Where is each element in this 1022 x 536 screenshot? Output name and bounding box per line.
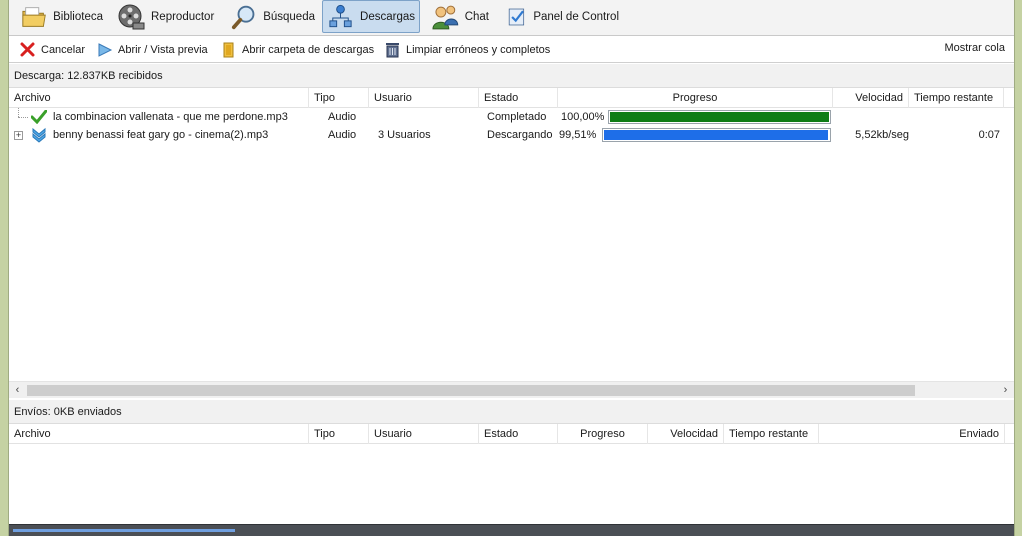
bottom-status-strip	[9, 524, 1014, 536]
nav-label: Descargas	[360, 10, 415, 23]
checkmark-icon	[31, 110, 47, 124]
download-row[interactable]: + benny benassi feat gary go - cinema(2)…	[9, 126, 1014, 144]
column-velocidad[interactable]: Velocidad	[833, 88, 909, 108]
uploads-column-headers: Archivo Tipo Usuario Estado Progreso Vel…	[9, 424, 1014, 444]
open-preview-label: Abrir / Vista previa	[118, 43, 208, 56]
nav-biblioteca[interactable]: Biblioteca	[17, 0, 107, 33]
column-tipo[interactable]: Tipo	[309, 88, 369, 108]
time-remaining: 0:07	[978, 129, 1000, 141]
tree-connector	[18, 108, 19, 117]
progress-bar	[602, 128, 831, 142]
progress-percent: 100,00%	[561, 111, 605, 123]
progress-percent: 99,51%	[559, 129, 597, 141]
time-remaining	[909, 108, 1000, 126]
downloads-column-headers: Archivo Tipo Usuario Estado Progreso Vel…	[9, 88, 1014, 108]
column-enviado[interactable]: Enviado	[819, 424, 1005, 444]
red-x-icon	[20, 42, 35, 57]
file-type: Audio	[328, 129, 357, 141]
tree-connector	[18, 117, 28, 118]
nav-label: Panel de Control	[533, 10, 619, 23]
file-type: Audio	[328, 111, 357, 123]
download-speed: 5,52kb/seg	[855, 129, 909, 141]
open-preview-button[interactable]: Abrir / Vista previa	[96, 40, 208, 59]
progress-bar	[608, 110, 831, 124]
file-users: 3 Usuarios	[378, 129, 431, 141]
nav-descargas[interactable]: Descargas	[322, 0, 420, 33]
main-nav: Biblioteca Reproductor Búsqueda Descarga…	[9, 0, 1014, 36]
clear-errored-completed-button[interactable]: Limpiar erróneos y completos	[384, 40, 550, 59]
file-state: Completado	[487, 111, 547, 123]
film-reel-icon	[118, 4, 145, 29]
window-frame-right	[1014, 0, 1022, 536]
clear-label: Limpiar erróneos y completos	[406, 43, 551, 56]
column-archivo[interactable]: Archivo	[9, 424, 309, 444]
open-download-folder-button[interactable]: Abrir carpeta de descargas	[220, 40, 374, 59]
progress-bar-fill	[604, 130, 828, 140]
nav-chat[interactable]: Chat	[427, 0, 493, 33]
scroll-left-arrow-icon[interactable]: ‹	[11, 384, 24, 397]
column-usuario[interactable]: Usuario	[369, 424, 479, 444]
magnifier-icon	[231, 5, 255, 29]
show-queue-button[interactable]: Mostrar cola	[944, 42, 1005, 54]
column-progreso[interactable]: Progreso	[558, 424, 648, 444]
nav-reproductor[interactable]: Reproductor	[113, 0, 219, 33]
downloads-horizontal-scrollbar[interactable]: ‹ ›	[9, 381, 1014, 398]
downloads-summary: Descarga: 12.837KB recibidos	[9, 64, 1014, 88]
file-name: benny benassi feat gary go - cinema(2).m…	[53, 129, 269, 141]
uploads-summary: Envíos: 0KB enviados	[9, 400, 1014, 424]
cancel-label: Cancelar	[41, 43, 86, 56]
control-panel-icon	[508, 8, 525, 25]
scrollbar-thumb[interactable]	[27, 385, 915, 396]
progress-bar-fill	[610, 112, 829, 122]
column-estado[interactable]: Estado	[479, 424, 558, 444]
cancel-button[interactable]: Cancelar	[19, 40, 85, 59]
column-tipo[interactable]: Tipo	[309, 424, 369, 444]
folder-icon	[223, 42, 234, 58]
play-arrow-icon	[98, 43, 113, 57]
column-progreso[interactable]: Progreso	[558, 88, 833, 108]
download-speed	[833, 108, 909, 126]
nav-label: Búsqueda	[263, 10, 315, 23]
file-name: la combinacion vallenata - que me perdon…	[53, 111, 288, 123]
download-arrow-icon	[32, 127, 46, 143]
app-window: Biblioteca Reproductor Búsqueda Descarga…	[9, 0, 1014, 536]
file-state: Descargando	[487, 129, 553, 141]
column-tiempo-restante[interactable]: Tiempo restante	[909, 88, 1004, 108]
column-velocidad[interactable]: Velocidad	[648, 424, 724, 444]
users-chat-icon	[432, 5, 459, 29]
expand-toggle[interactable]: +	[14, 131, 23, 140]
scroll-right-arrow-icon[interactable]: ›	[999, 384, 1012, 397]
bottom-progress-indicator	[13, 529, 235, 532]
nav-panel-de-control[interactable]: Panel de Control	[503, 0, 623, 33]
network-download-icon	[329, 4, 352, 27]
column-archivo[interactable]: Archivo	[9, 88, 309, 108]
nav-label: Reproductor	[151, 10, 215, 23]
nav-label: Chat	[464, 10, 489, 23]
window-frame-left	[0, 0, 9, 536]
folder-icon	[22, 6, 46, 27]
column-tiempo-restante[interactable]: Tiempo restante	[724, 424, 819, 444]
column-usuario[interactable]: Usuario	[369, 88, 479, 108]
open-download-folder-label: Abrir carpeta de descargas	[242, 43, 375, 56]
column-estado[interactable]: Estado	[479, 88, 558, 108]
nav-busqueda[interactable]: Búsqueda	[227, 0, 319, 33]
trash-icon	[386, 43, 399, 58]
download-row[interactable]: la combinacion vallenata - que me perdon…	[9, 108, 1014, 126]
nav-label: Biblioteca	[53, 10, 103, 23]
downloads-toolbar: Cancelar Abrir / Vista previa Abrir carp…	[9, 36, 1014, 63]
